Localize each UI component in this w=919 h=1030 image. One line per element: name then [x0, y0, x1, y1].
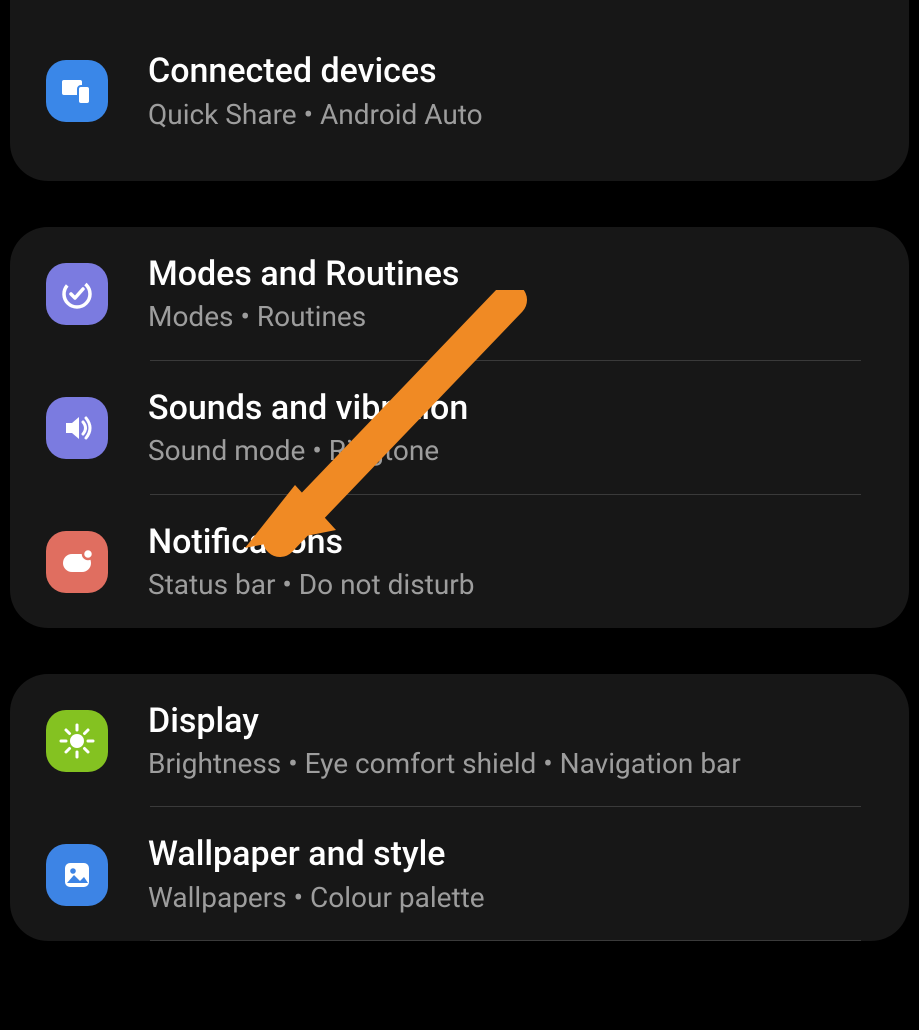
settings-item-text: Display Brightness • Eye comfort shield … — [148, 700, 909, 783]
settings-item-subtitle: Status bar • Do not disturb — [148, 567, 909, 603]
group-gap — [0, 628, 919, 674]
settings-item-title: Modes and Routines — [148, 253, 909, 296]
settings-item-title: Connected devices — [148, 50, 909, 93]
settings-item-subtitle: Modes • Routines — [148, 299, 909, 335]
settings-item-subtitle: Brightness • Eye comfort shield • Naviga… — [148, 746, 909, 782]
devices-icon — [46, 60, 108, 122]
settings-item-text: Notifications Status bar • Do not distur… — [148, 521, 909, 604]
brightness-icon — [46, 710, 108, 772]
settings-item-text: Modes and Routines Modes • Routines — [148, 253, 909, 336]
settings-item-subtitle: Wallpapers • Colour palette — [148, 880, 909, 916]
group-gap — [0, 181, 919, 227]
settings-item-sounds-vibration[interactable]: Sounds and vibration Sound mode • Ringto… — [10, 361, 909, 494]
settings-item-subtitle: Sound mode • Ringtone — [148, 433, 909, 469]
settings-item-notifications[interactable]: Notifications Status bar • Do not distur… — [10, 495, 909, 628]
settings-group-3: Display Brightness • Eye comfort shield … — [10, 674, 909, 942]
settings-group-2: Modes and Routines Modes • Routines Soun… — [10, 227, 909, 628]
settings-item-subtitle: Quick Share • Android Auto — [148, 97, 909, 133]
separator — [150, 940, 861, 941]
settings-item-title: Notifications — [148, 521, 909, 564]
settings-group-1: Connected devices Quick Share • Android … — [10, 0, 909, 181]
settings-item-wallpaper-style[interactable]: Wallpaper and style Wallpapers • Colour … — [10, 807, 909, 940]
settings-item-title: Sounds and vibration — [148, 387, 909, 430]
settings-item-modes-routines[interactable]: Modes and Routines Modes • Routines — [10, 227, 909, 360]
settings-item-text: Sounds and vibration Sound mode • Ringto… — [148, 387, 909, 470]
settings-item-display[interactable]: Display Brightness • Eye comfort shield … — [10, 674, 909, 807]
clock-check-icon — [46, 263, 108, 325]
image-icon — [46, 844, 108, 906]
settings-item-text: Wallpaper and style Wallpapers • Colour … — [148, 833, 909, 916]
settings-item-title: Display — [148, 700, 909, 743]
settings-item-title: Wallpaper and style — [148, 833, 909, 876]
speaker-icon — [46, 397, 108, 459]
settings-item-connected-devices[interactable]: Connected devices Quick Share • Android … — [10, 24, 909, 157]
settings-item-text: Connected devices Quick Share • Android … — [148, 50, 909, 133]
notification-icon — [46, 531, 108, 593]
